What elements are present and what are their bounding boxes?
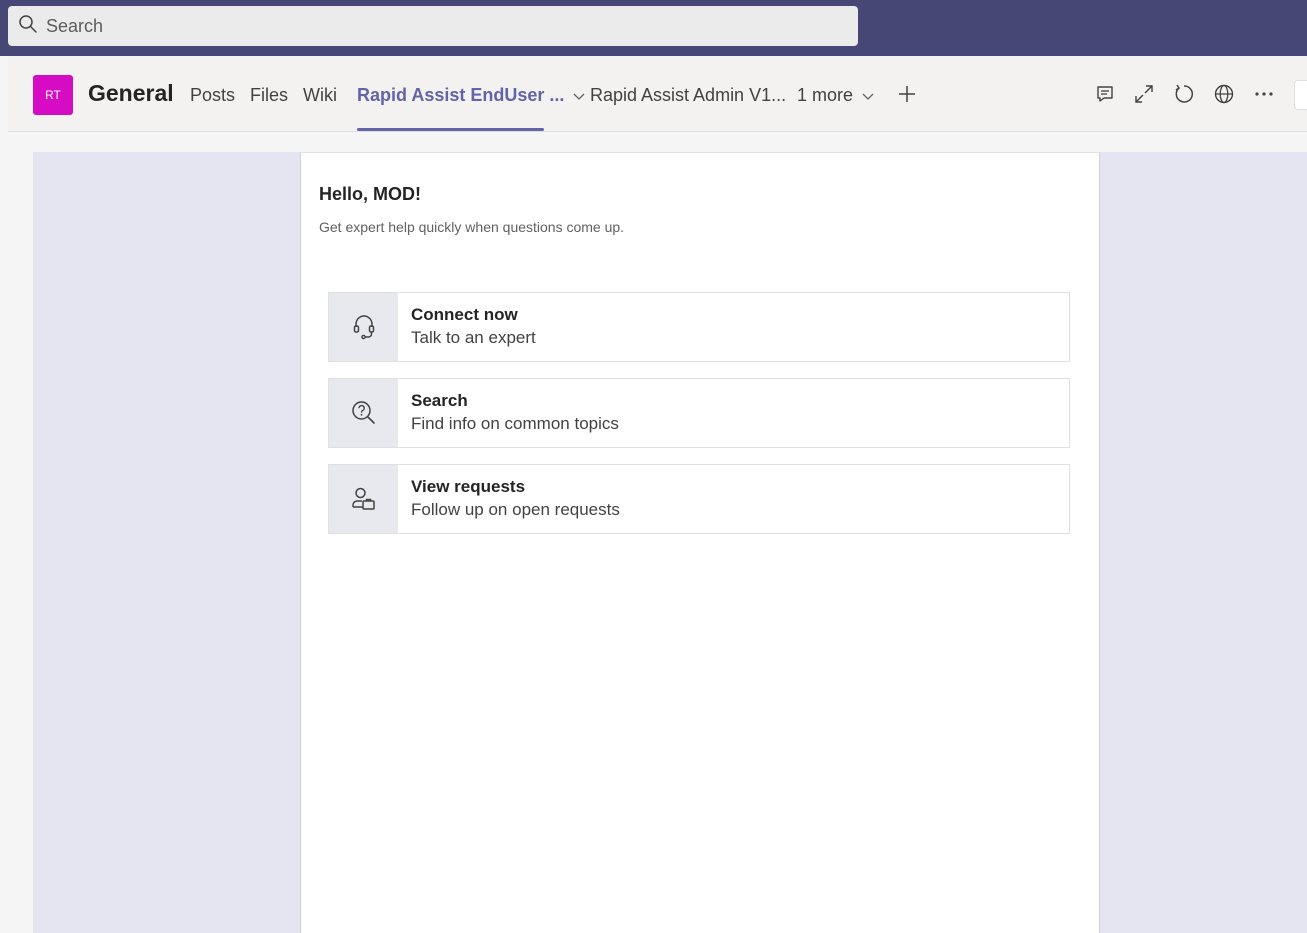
add-tab-button[interactable] [896,83,918,105]
tab-rapid-assist-enduser[interactable]: Rapid Assist EndUser ... [357,85,586,106]
option-title: Connect now [411,305,518,324]
search-icon [18,14,38,39]
search-question-icon [329,379,398,447]
app-panel: Hello, MOD! Get expert help quickly when… [300,152,1100,933]
option-description: Find info on common topics [411,414,619,433]
expand-icon[interactable] [1133,83,1155,105]
person-briefcase-icon [329,465,398,533]
active-tab-indicator [357,128,544,131]
greeting: Hello, MOD! [319,184,421,204]
globe-icon[interactable] [1213,83,1235,105]
conversation-icon[interactable] [1094,83,1116,105]
tab-label: Rapid Assist Admin V1... [590,85,787,105]
chevron-down-icon[interactable] [572,89,586,103]
chevron-down-icon [861,89,875,103]
view-requests-option[interactable]: View requests Follow up on open requests [328,464,1070,534]
tab-label: Wiki [303,85,337,105]
option-description: Follow up on open requests [411,500,620,519]
tab-posts[interactable]: Posts [190,85,235,106]
connect-now-option[interactable]: Connect now Talk to an expert [328,292,1070,362]
more-tabs-button[interactable]: 1 more [797,85,875,106]
more-options-icon[interactable] [1253,83,1275,105]
tab-label: Files [250,85,289,105]
tab-rapid-assist-admin[interactable]: Rapid Assist Admin V1... [590,85,786,106]
option-description: Talk to an expert [411,328,536,347]
search-input[interactable] [44,14,828,38]
option-title: Search [411,391,468,410]
search-option[interactable]: Search Find info on common topics [328,378,1070,448]
refresh-icon[interactable] [1173,83,1195,105]
tab-label: 1 more [797,85,854,105]
plus-icon [896,86,918,109]
channel-name: General [88,80,174,106]
tab-label: Rapid Assist EndUser ... [357,85,565,105]
headset-icon [329,293,398,361]
tab-wiki[interactable]: Wiki [303,85,337,106]
search-box[interactable] [8,6,858,46]
channel-header: RT General Posts Files Wiki Rapid Assist… [8,56,1307,132]
team-avatar[interactable]: RT [33,75,73,115]
subtitle: Get expert help quickly when questions c… [319,219,625,235]
option-title: View requests [411,477,526,496]
meet-button[interactable] [1294,80,1307,110]
top-bar [0,0,1307,56]
tab-files[interactable]: Files [250,85,288,106]
tab-label: Posts [190,85,236,105]
